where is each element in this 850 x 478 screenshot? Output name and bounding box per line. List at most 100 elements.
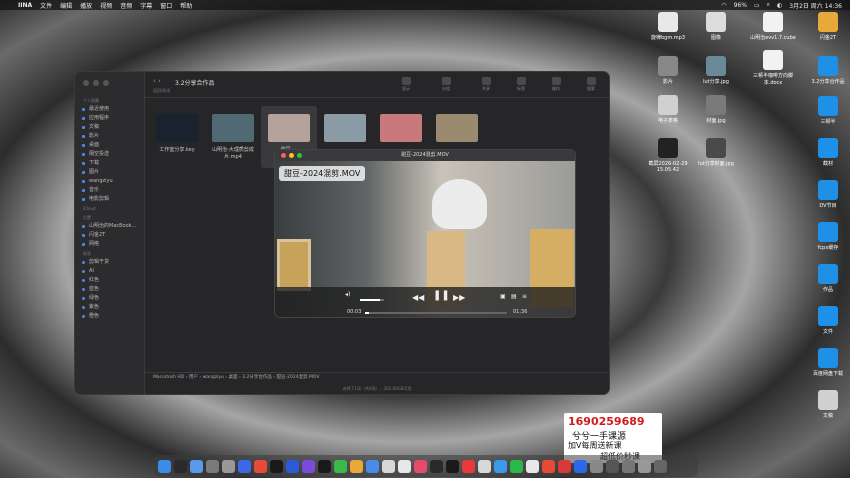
- menu-playback[interactable]: 播放: [80, 1, 92, 10]
- file-item[interactable]: [429, 106, 485, 147]
- sidebar-item[interactable]: 音乐: [75, 186, 145, 195]
- sidebar-item[interactable]: 山明治的MacBook…: [75, 222, 145, 231]
- sidebar-item[interactable]: 桌面: [75, 141, 145, 150]
- menu-help[interactable]: 帮助: [180, 1, 192, 10]
- desktop-icon[interactable]: 三顿半咖啡方向脚本.docx: [745, 50, 801, 86]
- file-item[interactable]: 工作室分享.key: [149, 106, 205, 154]
- dock-app-icon[interactable]: [158, 459, 171, 473]
- rewind-button[interactable]: ◀◀: [412, 293, 424, 302]
- dock-app-icon[interactable]: [334, 459, 347, 473]
- dock-app-icon[interactable]: [606, 459, 619, 473]
- volume-icon[interactable]: ◂): [345, 291, 350, 298]
- path-segment[interactable]: 3.2分享合作品: [242, 375, 272, 380]
- battery-icon[interactable]: ▭: [754, 2, 760, 9]
- sidebar-item[interactable]: 影片: [75, 132, 145, 141]
- sidebar-item[interactable]: 图片: [75, 168, 145, 177]
- dock-app-icon[interactable]: [542, 459, 555, 473]
- search-icon[interactable]: ⌕: [767, 1, 770, 9]
- volume-slider[interactable]: [360, 299, 384, 301]
- desktop-icon[interactable]: lut分享封面.jpg: [688, 138, 744, 167]
- zoom-button[interactable]: [103, 80, 109, 86]
- video-frame[interactable]: 甜豆-2024混剪.MOV ◂) ◀◀ ❚❚ ▶▶ ▣ ▤ ≡ 00:03 01…: [275, 161, 575, 317]
- dock-app-icon[interactable]: [238, 459, 251, 473]
- sidebar-item[interactable]: AI: [75, 267, 145, 276]
- menu-file[interactable]: 文件: [40, 1, 52, 10]
- path-segment[interactable]: wangziyu: [203, 375, 224, 380]
- dock-app-icon[interactable]: [302, 459, 315, 473]
- back-forward-icon[interactable]: ‹ ›: [153, 77, 161, 85]
- sidebar-item[interactable]: 绿色: [75, 294, 145, 303]
- sidebar-item[interactable]: 隔空投送: [75, 150, 145, 159]
- dock-app-icon[interactable]: [526, 459, 539, 473]
- path-segment[interactable]: 用户: [189, 375, 198, 380]
- menu-clock[interactable]: 3月2日 周六 14:36: [789, 1, 842, 10]
- sidebar-item[interactable]: 蓝色: [75, 285, 145, 294]
- toolbar-tag-button[interactable]: 标签: [510, 77, 532, 92]
- playlist-icon[interactable]: ≡: [522, 293, 527, 300]
- dock-app-icon[interactable]: [462, 459, 475, 473]
- desktop-icon[interactable]: DV节目: [800, 180, 850, 209]
- dock-app-icon[interactable]: [510, 459, 523, 473]
- dock-app-icon[interactable]: [222, 459, 235, 473]
- sidebar-item[interactable]: wangziyu: [75, 177, 145, 186]
- pause-button[interactable]: ❚❚: [433, 290, 450, 301]
- file-item[interactable]: [317, 106, 373, 147]
- sidebar-item[interactable]: 网络: [75, 240, 145, 249]
- dock-app-icon[interactable]: [622, 459, 635, 473]
- toolbar-action-button[interactable]: 操作: [545, 77, 567, 92]
- sidebar-item[interactable]: 应用程序: [75, 114, 145, 123]
- toolbar-group-button[interactable]: 分组: [435, 77, 457, 92]
- dock-app-icon[interactable]: [270, 459, 283, 473]
- menu-window[interactable]: 窗口: [160, 1, 172, 10]
- dock-app-icon[interactable]: [478, 459, 491, 473]
- desktop-icon[interactable]: lut分享.jpg: [688, 56, 744, 85]
- toolbar-view-button[interactable]: 显示: [395, 77, 417, 92]
- dock-app-icon[interactable]: [446, 459, 459, 473]
- desktop-icon[interactable]: 图像: [688, 12, 744, 41]
- desktop-icon[interactable]: 封面.jpg: [688, 95, 744, 124]
- dock-app-icon[interactable]: [414, 459, 427, 473]
- minimize-button[interactable]: [93, 80, 99, 86]
- dock-app-icon[interactable]: [494, 459, 507, 473]
- path-segment[interactable]: 桌面: [229, 375, 238, 380]
- desktop-icon[interactable]: 百度网盘下载: [800, 348, 850, 377]
- control-center-icon[interactable]: ◐: [777, 2, 782, 9]
- dock-app-icon[interactable]: [398, 459, 411, 473]
- menu-audio[interactable]: 音频: [120, 1, 132, 10]
- sidebar-item[interactable]: 文稿: [75, 123, 145, 132]
- menu-app-name[interactable]: IINA: [18, 2, 32, 9]
- desktop-icon[interactable]: 3.2分享合作品: [800, 56, 850, 85]
- desktop-icon[interactable]: 山明治evv1.7.cube: [745, 12, 801, 41]
- menu-video[interactable]: 视频: [100, 1, 112, 10]
- desktop-icon[interactable]: 闪金2T: [800, 12, 850, 41]
- dock-app-icon[interactable]: [382, 459, 395, 473]
- desktop-icon[interactable]: 文稿: [800, 390, 850, 419]
- toolbar-search-button[interactable]: 搜索: [580, 77, 602, 92]
- dock-app-icon[interactable]: [286, 459, 299, 473]
- sidebar-item[interactable]: 电影剪辑: [75, 195, 145, 204]
- desktop-icon[interactable]: 作品: [800, 264, 850, 293]
- pip-icon[interactable]: ▣: [500, 293, 506, 300]
- dock-app-icon[interactable]: [206, 459, 219, 473]
- menu-subtitle[interactable]: 字幕: [140, 1, 152, 10]
- dock-app-icon[interactable]: [558, 459, 571, 473]
- file-item[interactable]: 山明治-大理质剪成片.mp4: [205, 106, 261, 161]
- dock-app-icon[interactable]: [366, 459, 379, 473]
- dock-app-icon[interactable]: [190, 459, 203, 473]
- toolbar-share-button[interactable]: 共享: [475, 77, 497, 92]
- desktop-icon[interactable]: 截材: [800, 138, 850, 167]
- file-item[interactable]: [373, 106, 429, 147]
- dock-app-icon[interactable]: [590, 459, 603, 473]
- desktop-icon[interactable]: 文件: [800, 306, 850, 335]
- dock-app-icon[interactable]: [350, 459, 363, 473]
- subtitle-icon[interactable]: ▤: [511, 293, 517, 300]
- sidebar-item[interactable]: 下载: [75, 159, 145, 168]
- desktop-icon[interactable]: fcpx缓存: [800, 222, 850, 251]
- sidebar-item[interactable]: 剪辑干货: [75, 258, 145, 267]
- dock-app-icon[interactable]: [574, 459, 587, 473]
- sidebar-item[interactable]: 闪金2T: [75, 231, 145, 240]
- sidebar-item[interactable]: 红色: [75, 276, 145, 285]
- dock-app-icon[interactable]: [174, 459, 187, 473]
- progress-bar[interactable]: [365, 312, 507, 314]
- close-button[interactable]: [281, 153, 286, 158]
